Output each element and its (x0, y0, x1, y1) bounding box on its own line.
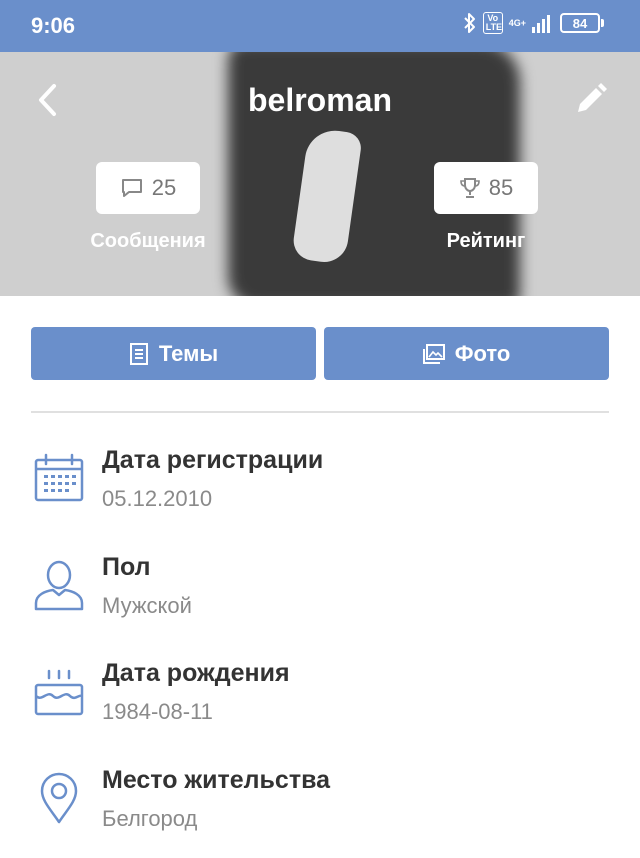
info-row-residence: Место жительства Белгород (0, 766, 640, 856)
info-row-birth-date: Дата рождения 1984-08-11 (0, 659, 640, 749)
location-pin-icon (40, 772, 78, 824)
info-row-gender: Пол Мужской (0, 553, 640, 643)
battery-level: 84 (572, 15, 588, 31)
trophy-icon (459, 178, 480, 198)
info-title: Пол (102, 553, 151, 581)
rating-label: Рейтинг (446, 230, 526, 252)
info-value: Мужской (102, 593, 192, 618)
network-type-label: 4G+ (508, 18, 526, 28)
birthday-cake-icon (34, 669, 84, 716)
profile-header: belroman 25 Сообщения 85 Рейтинг (0, 52, 640, 296)
status-bar: 9:06 Vo LTE 4G+ 84 (0, 0, 640, 52)
section-divider (31, 411, 609, 413)
image-gallery-icon (422, 343, 445, 364)
edit-profile-button[interactable] (570, 80, 610, 120)
info-value: 05.12.2010 (102, 486, 213, 511)
chat-bubble-icon (121, 179, 142, 197)
rating-count-box[interactable]: 85 (434, 162, 538, 214)
rating-count: 85 (488, 175, 514, 200)
info-value: Белгород (102, 806, 198, 831)
messages-count-box[interactable]: 25 (96, 162, 200, 214)
info-title: Дата рождения (102, 659, 290, 687)
info-title: Дата регистрации (102, 446, 324, 474)
document-icon (129, 342, 148, 365)
pencil-icon (578, 83, 607, 112)
topics-button[interactable]: Темы (31, 327, 316, 380)
status-time: 9:06 (31, 13, 76, 38)
info-row-registration-date: Дата регистрации 05.12.2010 (0, 446, 640, 536)
calendar-icon (34, 453, 84, 502)
topics-button-label: Темы (158, 340, 219, 366)
bluetooth-icon (464, 13, 475, 33)
info-value: 1984-08-11 (102, 699, 213, 724)
messages-label: Сообщения (90, 230, 206, 252)
battery-icon: 84 (560, 13, 604, 33)
profile-username: belroman (247, 82, 393, 118)
signal-icon (532, 15, 550, 33)
person-icon (34, 560, 84, 611)
messages-count: 25 (151, 175, 177, 200)
photo-button-label: Фото (454, 340, 511, 366)
photo-button[interactable]: Фото (324, 327, 609, 380)
info-title: Место жительства (102, 766, 331, 794)
status-icons: Vo LTE 4G+ 84 (463, 12, 604, 34)
volte-icon: Vo LTE (482, 12, 503, 34)
